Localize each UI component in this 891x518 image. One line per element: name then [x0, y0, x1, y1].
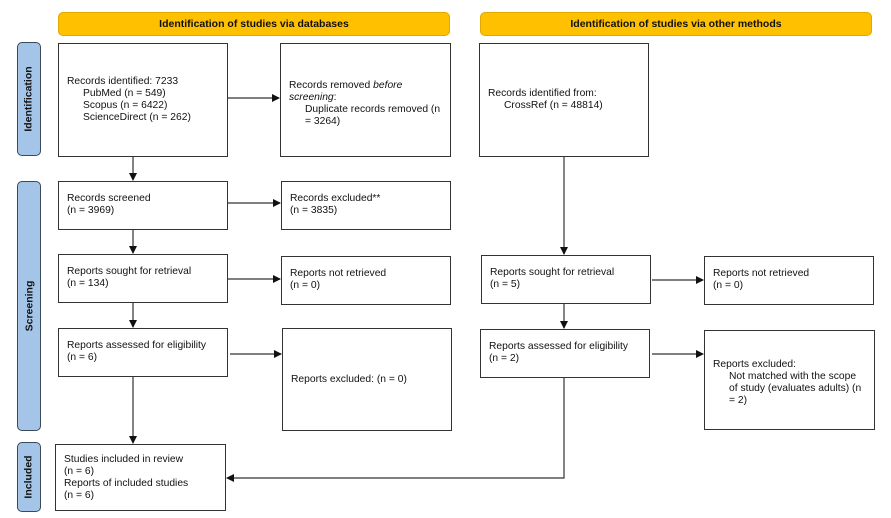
- db-reports-assessed-count: (n = 6): [67, 352, 98, 363]
- other-reports-not-retrieved-title: Reports not retrieved: [713, 268, 810, 279]
- db-reports-not-retrieved-title: Reports not retrieved: [290, 268, 387, 279]
- phase-screening: Screening: [17, 181, 41, 431]
- db-records-screened-title: Records screened: [67, 193, 151, 204]
- db-reports-not-retrieved-box: Reports not retrieved (n = 0): [281, 256, 451, 305]
- phase-included-label: Included: [23, 455, 36, 499]
- other-reports-assessed-title: Reports assessed for eligibility: [489, 341, 629, 352]
- included-studies-count: (n = 6): [64, 465, 95, 477]
- other-reports-assessed-box: Reports assessed for eligibility (n = 2): [480, 329, 650, 378]
- header-databases-label: Identification of studies via databases: [159, 18, 349, 30]
- db-reports-sought-count: (n = 134): [67, 278, 109, 289]
- other-reports-sought-box: Reports sought for retrieval (n = 5): [481, 255, 651, 304]
- db-reports-sought-title: Reports sought for retrieval: [67, 266, 192, 277]
- db-reports-excluded-title: Reports excluded: (n = 0): [291, 373, 407, 385]
- other-reports-sought-title: Reports sought for retrieval: [490, 267, 615, 278]
- db-source-scopus: Scopus (n = 6422): [83, 100, 168, 111]
- included-reports-title: Reports of included studies: [64, 477, 189, 489]
- db-reports-assessed-box: Reports assessed for eligibility (n = 6): [58, 328, 228, 377]
- other-source-crossref: CrossRef (n = 48814): [504, 100, 603, 111]
- header-other-methods-label: Identification of studies via other meth…: [570, 18, 782, 30]
- db-records-excluded-count: (n = 3835): [290, 205, 338, 216]
- phase-identification: Identification: [17, 42, 41, 156]
- other-reports-not-retrieved-box: Reports not retrieved (n = 0): [704, 256, 874, 305]
- db-records-identified-box: Records identified: 7233 PubMed (n = 549…: [58, 43, 228, 157]
- other-reports-sought-count: (n = 5): [490, 279, 521, 290]
- included-box: Studies included in review (n = 6) Repor…: [55, 444, 226, 511]
- db-source-sciencedirect: ScienceDirect (n = 262): [83, 112, 191, 123]
- included-reports-count: (n = 6): [64, 489, 95, 501]
- other-records-identified-title: Records identified from:: [488, 88, 597, 99]
- phase-screening-label: Screening: [23, 280, 35, 332]
- included-studies-title: Studies included in review: [64, 453, 184, 465]
- phase-identification-label: Identification: [23, 66, 35, 132]
- db-records-screened-count: (n = 3969): [67, 205, 115, 216]
- db-records-excluded-title: Records excluded**: [290, 193, 381, 204]
- db-records-identified-title: Records identified: 7233: [67, 76, 179, 87]
- other-reports-assessed-count: (n = 2): [489, 353, 520, 364]
- db-reports-sought-box: Reports sought for retrieval (n = 134): [58, 254, 228, 303]
- db-records-removed-box: Records removed before screening: Duplic…: [280, 43, 451, 157]
- db-records-screened-box: Records screened (n = 3969): [58, 181, 228, 230]
- header-databases: Identification of studies via databases: [58, 12, 450, 36]
- header-other-methods: Identification of studies via other meth…: [480, 12, 872, 36]
- db-records-excluded-box: Records excluded** (n = 3835): [281, 181, 451, 230]
- db-reports-not-retrieved-count: (n = 0): [290, 280, 321, 291]
- other-records-identified-box: Records identified from: CrossRef (n = 4…: [479, 43, 649, 157]
- db-records-removed-title: Records removed before screening:: [289, 80, 406, 103]
- db-source-pubmed: PubMed (n = 549): [83, 88, 166, 99]
- other-reports-excluded-title: Reports excluded:: [713, 359, 796, 370]
- other-reports-excluded-box: Reports excluded: Not matched with the s…: [704, 330, 875, 430]
- other-reports-excluded-detail: Not matched with the scope of study (eva…: [729, 371, 865, 406]
- phase-included: Included: [17, 442, 41, 512]
- db-duplicates-removed: Duplicate records removed (n = 3264): [305, 104, 443, 127]
- db-reports-assessed-title: Reports assessed for eligibility: [67, 340, 207, 351]
- other-reports-not-retrieved-count: (n = 0): [713, 280, 744, 291]
- db-reports-excluded-box: Reports excluded: (n = 0): [282, 328, 452, 431]
